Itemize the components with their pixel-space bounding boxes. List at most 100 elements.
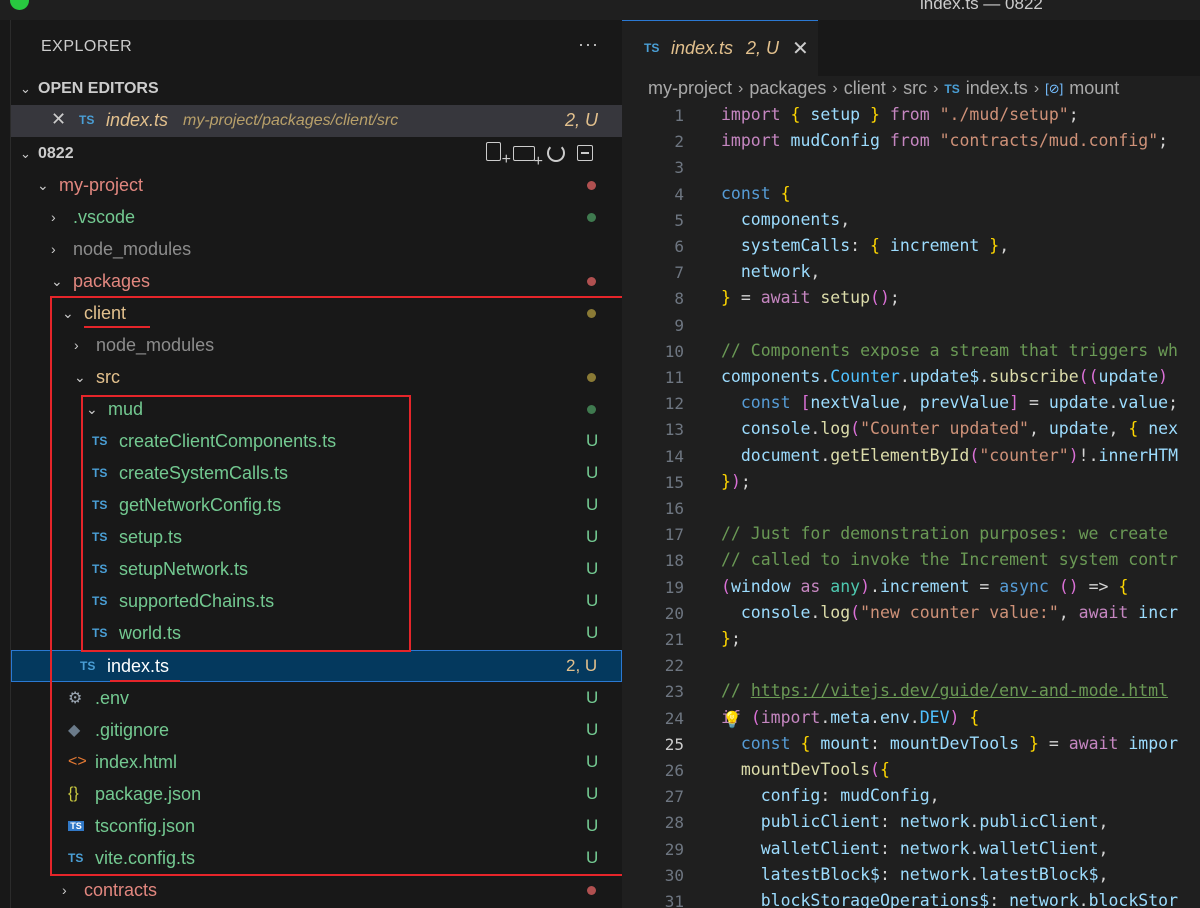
line-number: 5	[674, 210, 684, 230]
chevron-right-icon: ›	[1033, 79, 1040, 97]
chevron-down-icon: ⌄	[37, 176, 49, 193]
code-line[interactable]: const {	[721, 184, 791, 203]
tab-index-ts[interactable]: TS index.ts 2, U ✕	[622, 20, 818, 76]
window-title: index.ts — 0822	[920, 0, 1043, 13]
tree-item-vscode[interactable]: › .vscode	[51, 201, 135, 233]
code-line[interactable]: console.log("Counter updated", update, {…	[721, 419, 1178, 438]
refresh-icon[interactable]	[547, 144, 565, 162]
line-number: 14	[664, 446, 684, 466]
typescript-file-icon: TS	[644, 41, 660, 55]
breadcrumb: my-project › packages › client › src › T…	[648, 78, 1119, 99]
code-line[interactable]: walletClient: network.walletClient,	[721, 839, 1109, 858]
line-number: 19	[664, 577, 684, 597]
tree-item-contracts[interactable]: › contracts	[62, 874, 157, 906]
chevron-right-icon: ›	[933, 79, 939, 97]
workspace-title: 0822	[38, 145, 74, 162]
code-line[interactable]: // https://vitejs.dev/guide/env-and-mode…	[721, 681, 1168, 700]
annotation-box-mud	[81, 395, 411, 652]
code-line[interactable]: if (import.meta.env.DEV) {	[721, 708, 979, 727]
typescript-file-icon: TS	[944, 81, 960, 96]
line-number: 25	[664, 734, 684, 754]
chevron-right-icon: ›	[891, 79, 898, 97]
typescript-file-icon: TS	[79, 113, 95, 127]
code-line[interactable]: document.getElementById("counter")!.inne…	[721, 446, 1178, 465]
close-icon[interactable]: ✕	[51, 109, 66, 130]
tab-bar: TS index.ts 2, U ✕	[622, 20, 1200, 76]
code-line[interactable]: } = await setup();	[721, 288, 900, 307]
breadcrumb-item[interactable]: src	[903, 78, 927, 99]
workspace-header[interactable]: ⌄ 0822	[20, 139, 74, 169]
code-line[interactable]: console.log("new counter value:", await …	[721, 603, 1178, 622]
code-line[interactable]: // Components expose a stream that trigg…	[721, 341, 1178, 360]
line-number: 30	[664, 865, 684, 885]
chevron-right-icon: ›	[51, 209, 56, 225]
code-line[interactable]: const [nextValue, prevValue] = update.va…	[721, 393, 1178, 412]
breadcrumb-item[interactable]: index.ts	[966, 78, 1028, 99]
breadcrumb-item[interactable]: my-project	[648, 78, 732, 99]
chevron-right-icon: ›	[738, 79, 744, 97]
open-editor-filename: index.ts	[106, 110, 169, 130]
line-number: 9	[674, 315, 684, 335]
annotation-underline-client	[84, 326, 150, 328]
code-line[interactable]: (window as any).increment = async () => …	[721, 577, 1128, 596]
git-status-dot	[587, 213, 596, 222]
line-number: 10	[664, 341, 684, 361]
line-number: 17	[664, 525, 684, 545]
line-number: 6	[674, 237, 684, 256]
code-line[interactable]: mountDevTools({	[721, 760, 890, 779]
line-number: 12	[664, 394, 684, 414]
breadcrumb-item[interactable]: mount	[1069, 78, 1119, 99]
tree-item-label: my-project	[59, 174, 144, 195]
close-icon[interactable]: ✕	[792, 36, 809, 61]
line-number: 4	[674, 184, 684, 204]
symbol-variable-icon: [⊘]	[1045, 80, 1064, 96]
open-editors-header[interactable]: ⌄ OPEN EDITORS	[20, 74, 159, 104]
line-number: 16	[664, 499, 684, 518]
line-number: 26	[664, 761, 684, 780]
code-line[interactable]: import { setup } from "./mud/setup";	[721, 105, 1079, 124]
open-editor-item[interactable]: ✕ TS index.ts my-project/packages/client…	[11, 105, 622, 137]
more-actions-icon[interactable]: ···	[578, 34, 599, 55]
chevron-right-icon: ›	[832, 79, 838, 97]
line-number: 21	[664, 630, 684, 649]
new-file-icon[interactable]	[486, 142, 511, 169]
breadcrumb-item[interactable]: packages	[749, 78, 826, 99]
tree-item-label: node_modules	[73, 238, 192, 259]
tree-item-my-project[interactable]: ⌄ my-project	[37, 169, 143, 201]
code-line[interactable]: network,	[721, 262, 820, 281]
code-line[interactable]: };	[721, 629, 741, 648]
code-line[interactable]: blockStorageOperations$: network.blockSt…	[721, 891, 1178, 908]
open-editor-path: my-project/packages/client/src	[183, 112, 399, 129]
code-line[interactable]: components.Counter.update$.subscribe((up…	[721, 367, 1168, 386]
code-line[interactable]: config: mudConfig,	[721, 786, 940, 805]
line-number: 24	[664, 708, 684, 728]
window-zoom-button[interactable]	[10, 0, 29, 10]
code-line[interactable]: });	[721, 472, 751, 491]
code-line[interactable]: // Just for demonstration purposes: we c…	[721, 524, 1168, 543]
code-line[interactable]: const { mount: mountDevTools } = await i…	[721, 734, 1178, 753]
code-line[interactable]: publicClient: network.publicClient,	[721, 812, 1109, 831]
code-line[interactable]: import mudConfig from "contracts/mud.con…	[721, 131, 1168, 150]
new-folder-icon[interactable]	[513, 146, 543, 171]
tree-item-node-modules-root[interactable]: › node_modules	[51, 233, 191, 265]
line-number: 20	[664, 603, 684, 623]
code-line[interactable]: // called to invoke the Increment system…	[721, 550, 1178, 569]
git-status-dot	[587, 181, 596, 190]
breadcrumb-item[interactable]: client	[844, 78, 886, 99]
open-editors-title: OPEN EDITORS	[38, 80, 159, 97]
line-number: 2	[674, 132, 684, 152]
line-number: 22	[664, 656, 684, 676]
explorer-toolbar	[486, 142, 593, 171]
code-line[interactable]: components,	[721, 210, 850, 229]
tree-item-packages[interactable]: ⌄ packages	[51, 265, 150, 297]
code-line[interactable]: latestBlock$: network.latestBlock$,	[721, 865, 1109, 884]
tab-status: 2, U	[746, 38, 780, 58]
line-number: 29	[664, 839, 684, 859]
line-number: 15	[664, 472, 684, 492]
chevron-down-icon: ⌄	[20, 81, 31, 96]
code-line[interactable]: systemCalls: { increment },	[721, 236, 1009, 255]
collapse-all-icon[interactable]	[577, 145, 593, 161]
lightbulb-icon[interactable]: 💡	[722, 710, 742, 730]
line-number: 31	[664, 892, 684, 908]
tree-item-label: packages	[73, 270, 151, 291]
